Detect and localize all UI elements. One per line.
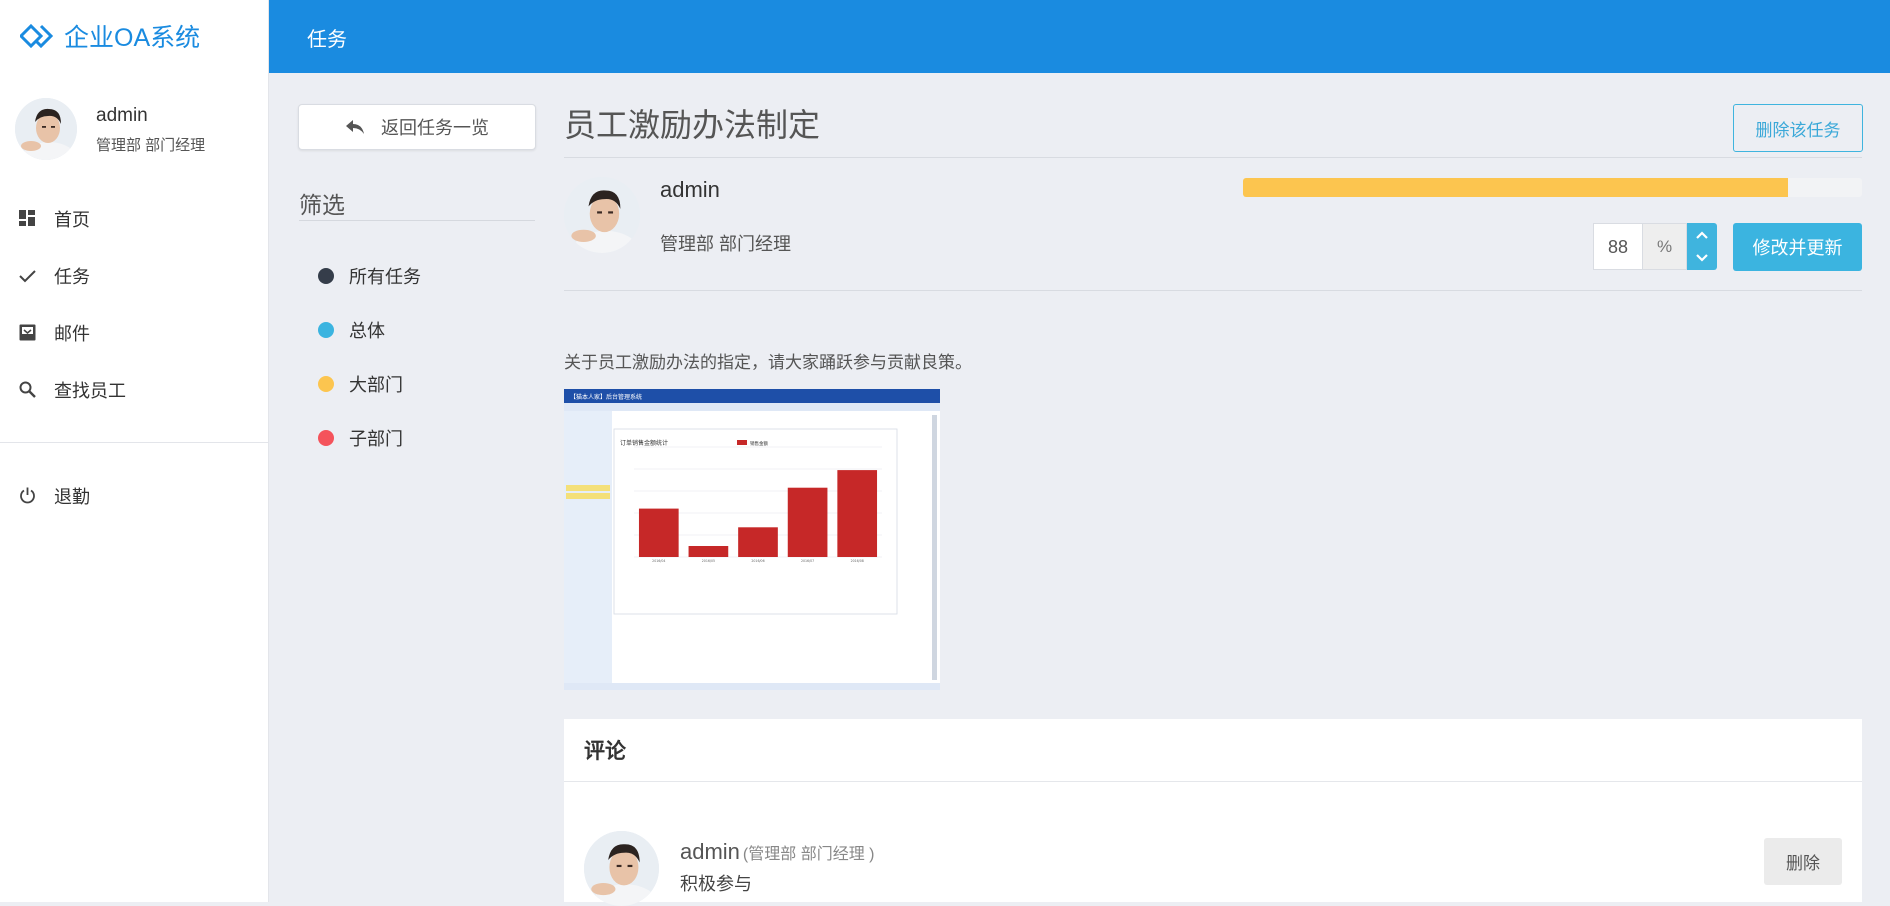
sidebar-item-label: 退勤 [54,486,90,507]
avatar [584,831,659,906]
filter-title: 筛选 [299,192,345,218]
filter-dot [318,268,334,284]
delete-task-button[interactable]: 删除该任务 [1733,104,1863,152]
sidebar-item-label: 首页 [54,209,90,230]
chart-x-label: 2016/08 [851,559,864,563]
percent-unit: % [1643,223,1687,270]
filter-sub-department[interactable]: 子部门 [318,411,421,465]
filter-all-tasks[interactable]: 所有任务 [318,249,421,303]
check-icon [18,267,36,285]
comments-title: 评论 [564,719,1862,782]
progress-fill [1243,178,1788,197]
brand-name: 企业OA系统 [64,24,201,52]
sidebar: 企业OA系统 admin 管理部 部门经理 首页 任务 邮件 查找员工 退勤 [0,0,269,902]
filter-label: 子部门 [349,429,403,449]
divider [564,290,1862,291]
avatar [564,177,640,253]
sidebar-item-search-employee[interactable]: 查找员工 [0,361,268,418]
chevron-down-icon [1696,254,1708,262]
avatar [15,98,77,160]
divider [564,157,1862,158]
user-profile[interactable]: admin 管理部 部门经理 [15,98,205,160]
sidebar-item-label: 邮件 [54,323,90,344]
diamond-logo-icon [20,24,54,48]
progress-percent-input[interactable]: 88 [1593,223,1643,270]
comment-author-role: (管理部 部门经理 ) [742,846,875,863]
filter-list: 所有任务 总体 大部门 子部门 [318,249,421,465]
progress-stepper[interactable] [1687,223,1717,270]
filter-label: 总体 [349,321,385,341]
chart-x-label: 2016/07 [801,559,814,563]
inbox-icon [18,324,36,342]
filter-label: 所有任务 [349,267,421,287]
task-progress-bar [1243,178,1862,197]
search-icon [18,381,36,399]
filter-dot [318,430,334,446]
reply-arrow-icon [345,119,365,135]
task-owner-role: 管理部 部门经理 [660,234,792,254]
sidebar-item-home[interactable]: 首页 [0,190,268,247]
comment-author: admin (管理部 部门经理 ) [680,839,874,865]
task-owner-name: admin [660,177,720,202]
power-icon [18,487,36,505]
filter-label: 大部门 [349,375,403,395]
chart-bar [638,508,679,557]
stepper-up-button[interactable] [1687,223,1717,247]
attachment-chart-title: 订单销售金额统计 [620,439,668,447]
filter-overall[interactable]: 总体 [318,303,421,357]
comments-panel: 评论 [564,719,1862,906]
attachment-image[interactable]: 【猫本人家】后台管理系统 订单销售金额统计 销售金额 2016/04 2016/0… [564,389,940,690]
nav-divider [0,442,268,443]
sidebar-item-tasks[interactable]: 任务 [0,247,268,304]
back-to-task-list-button[interactable]: 返回任务一览 [298,104,536,150]
chart-x-label: 2016/06 [751,559,764,563]
chart-x-label: 2016/05 [702,559,715,563]
task-description: 关于员工激励办法的指定，请大家踊跃参与贡献良策。 [564,353,972,372]
chart-bar [837,470,878,557]
comment-author-name: admin [680,839,740,864]
filter-dot [318,322,334,338]
chart-bar [688,546,729,557]
sidebar-item-label: 任务 [54,266,90,287]
update-progress-button[interactable]: 修改并更新 [1733,223,1862,271]
brand[interactable]: 企业OA系统 [20,20,200,52]
chevron-up-icon [1696,231,1708,239]
attachment-legend: 销售金额 [750,440,768,447]
filter-divider [299,220,535,221]
sidebar-item-label: 查找员工 [54,380,126,401]
comment-avatar-wrap [584,831,659,906]
chart-bar [787,487,828,557]
chart-x-label: 2016/04 [652,559,665,563]
back-button-label: 返回任务一览 [381,118,489,138]
chart-bar [738,527,778,557]
stepper-down-button[interactable] [1687,247,1717,271]
sidebar-nav-secondary: 退勤 [0,467,268,524]
page-title: 任务 [307,29,347,51]
user-name: admin [96,104,148,126]
dashboard-icon [18,210,36,228]
sidebar-item-mail[interactable]: 邮件 [0,304,268,361]
top-bar: 任务 [269,0,1890,73]
sidebar-item-logout[interactable]: 退勤 [0,467,268,524]
comment-text: 积极参与 [680,874,752,894]
filter-dot [318,376,334,392]
delete-comment-button[interactable]: 删除 [1764,838,1842,885]
filter-major-department[interactable]: 大部门 [318,357,421,411]
user-role: 管理部 部门经理 [96,136,206,154]
sidebar-nav: 首页 任务 邮件 查找员工 [0,190,268,418]
task-title: 员工激励办法制定 [564,107,821,143]
attachment-header-title: 【猫本人家】后台管理系统 [570,393,642,401]
